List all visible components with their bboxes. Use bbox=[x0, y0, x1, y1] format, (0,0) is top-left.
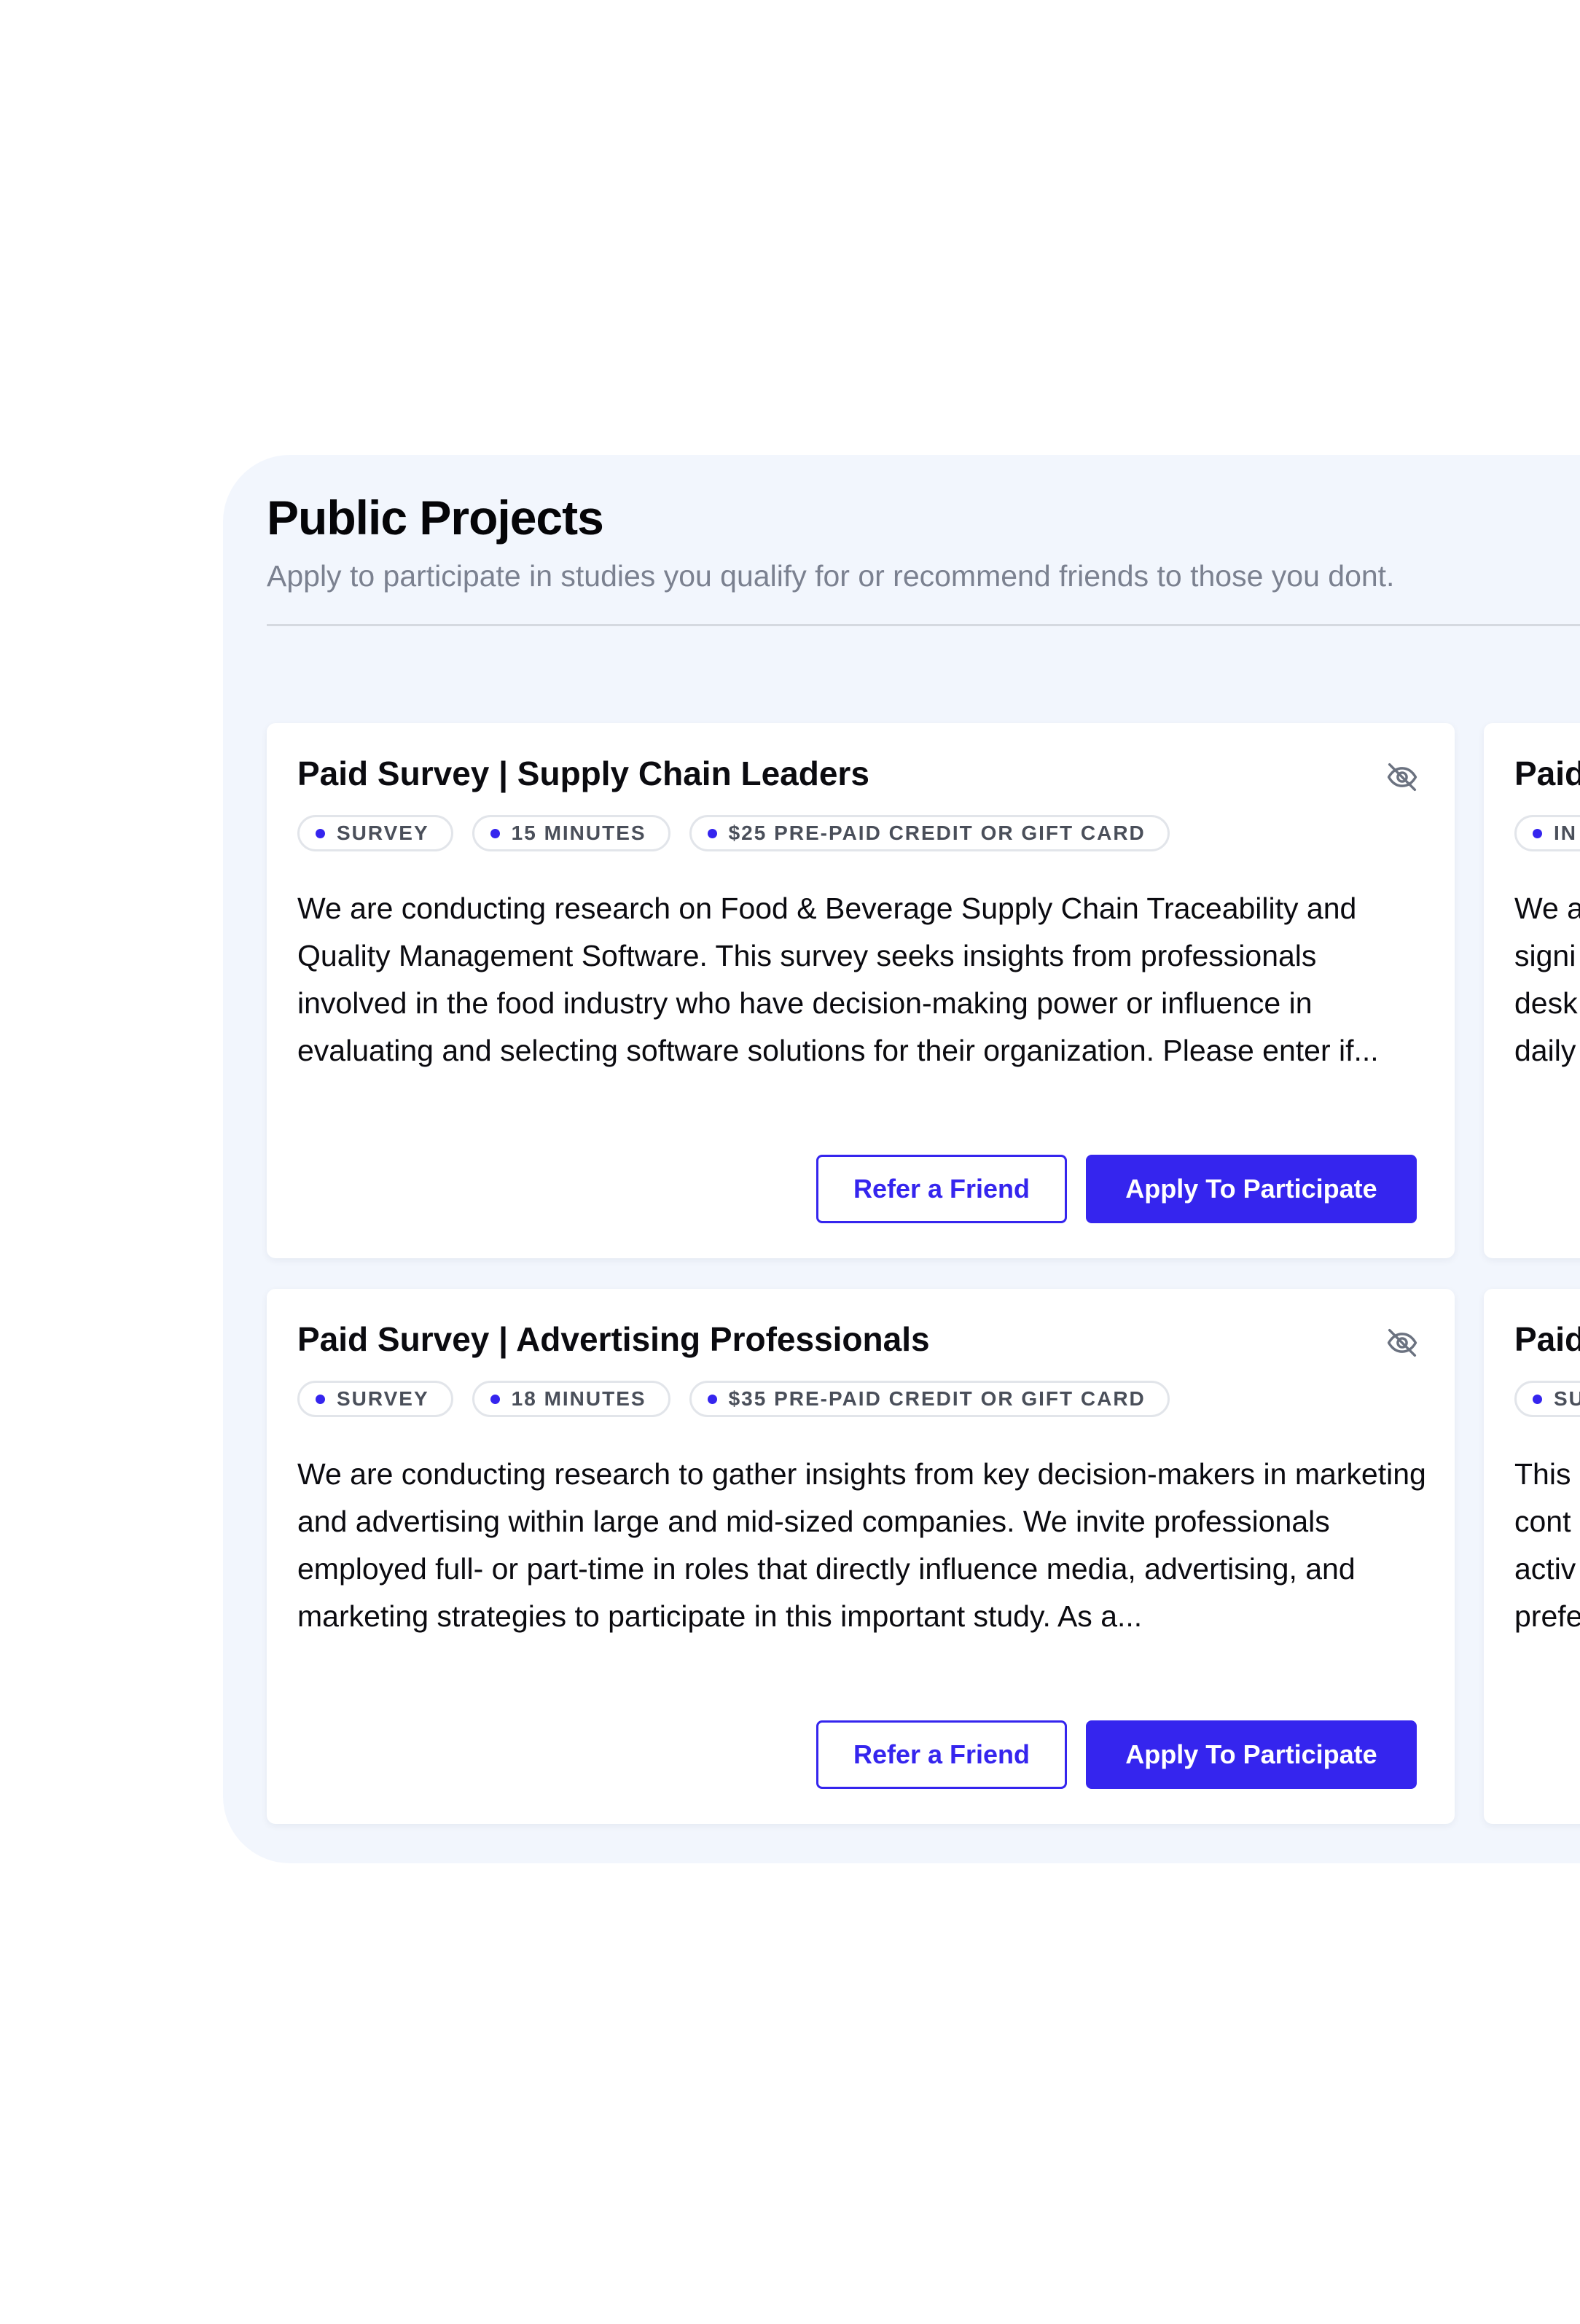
dot-icon bbox=[707, 828, 717, 838]
tag-list: SURVEY 18 MINUTES $35 PRE-PAID CREDIT OR… bbox=[297, 1381, 1170, 1417]
tag-label: 18 MINUTES bbox=[511, 1387, 646, 1410]
tag-label: 15 MINUTES bbox=[511, 822, 646, 844]
description-line: daily bbox=[1514, 1034, 1576, 1067]
tag-label: IN bbox=[1554, 822, 1577, 844]
refer-friend-button[interactable]: Refer a Friend bbox=[816, 1720, 1067, 1789]
dot-icon bbox=[316, 828, 325, 838]
refer-friend-button[interactable]: Refer a Friend bbox=[816, 1155, 1067, 1223]
tag-reward: $25 PRE-PAID CREDIT OR GIFT CARD bbox=[689, 815, 1170, 851]
card-title: Paid Survey | Advertising Professionals bbox=[297, 1320, 930, 1358]
card-title: Paid bbox=[1514, 754, 1580, 792]
project-card: Paid IN We a signi desk daily bbox=[1484, 723, 1580, 1258]
tag-label: $35 PRE-PAID CREDIT OR GIFT CARD bbox=[728, 1387, 1146, 1410]
project-card: Paid Survey | Advertising Professionals … bbox=[267, 1289, 1455, 1824]
project-card: Paid Survey | Supply Chain Leaders SURVE… bbox=[267, 723, 1455, 1258]
tag-duration: 18 MINUTES bbox=[472, 1381, 670, 1417]
description-line: signi bbox=[1514, 939, 1576, 972]
description-line: desk bbox=[1514, 986, 1578, 1020]
description-line: We a bbox=[1514, 892, 1580, 925]
eye-slash-icon[interactable] bbox=[1383, 1324, 1421, 1362]
tag-duration: 15 MINUTES bbox=[472, 815, 670, 851]
tag-type: SURVEY bbox=[297, 815, 453, 851]
tag-type: SURVEY bbox=[297, 1381, 453, 1417]
description-line: prefe bbox=[1514, 1599, 1580, 1633]
tag-label: SU bbox=[1554, 1387, 1580, 1410]
description-line: cont bbox=[1514, 1505, 1571, 1538]
tag-label: SURVEY bbox=[337, 1387, 429, 1410]
tag-type: IN bbox=[1514, 815, 1580, 851]
tag-list: IN bbox=[1514, 815, 1580, 851]
dot-icon bbox=[707, 1394, 717, 1404]
tag-list: SURVEY 15 MINUTES $25 PRE-PAID CREDIT OR… bbox=[297, 815, 1170, 851]
tag-label: $25 PRE-PAID CREDIT OR GIFT CARD bbox=[728, 822, 1146, 844]
tag-label: SURVEY bbox=[337, 822, 429, 844]
tag-reward: $35 PRE-PAID CREDIT OR GIFT CARD bbox=[689, 1381, 1170, 1417]
header-divider bbox=[267, 624, 1580, 626]
card-title: Paid bbox=[1514, 1320, 1580, 1358]
tag-type: SU bbox=[1514, 1381, 1580, 1417]
card-description: We are conducting research to gather ins… bbox=[297, 1457, 1426, 1633]
dot-icon bbox=[316, 1394, 325, 1404]
dot-icon bbox=[1533, 828, 1542, 838]
card-description: We a signi desk daily bbox=[1514, 885, 1580, 1075]
page-title: Public Projects bbox=[267, 491, 604, 545]
dot-icon bbox=[490, 828, 500, 838]
card-description: We are conducting research on Food & Bev… bbox=[297, 892, 1379, 1067]
description-line: This bbox=[1514, 1457, 1571, 1491]
eye-slash-icon[interactable] bbox=[1383, 758, 1421, 796]
tag-list: SU bbox=[1514, 1381, 1580, 1417]
project-card: Paid SU This cont activ prefe bbox=[1484, 1289, 1580, 1824]
description-line: activ bbox=[1514, 1552, 1576, 1586]
dot-icon bbox=[1533, 1394, 1542, 1404]
card-title: Paid Survey | Supply Chain Leaders bbox=[297, 754, 869, 792]
page-subtitle: Apply to participate in studies you qual… bbox=[267, 559, 1395, 593]
card-description: This cont activ prefe bbox=[1514, 1451, 1580, 1640]
apply-button[interactable]: Apply To Participate bbox=[1086, 1155, 1417, 1223]
apply-button[interactable]: Apply To Participate bbox=[1086, 1720, 1417, 1789]
public-projects-panel: Public Projects Apply to participate in … bbox=[223, 455, 1580, 1863]
dot-icon bbox=[490, 1394, 500, 1404]
